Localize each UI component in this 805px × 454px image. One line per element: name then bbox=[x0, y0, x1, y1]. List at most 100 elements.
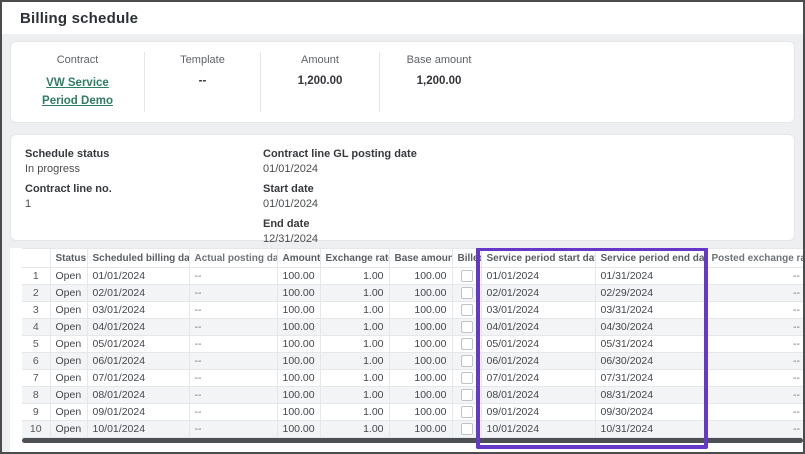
gl-posting-date-label: Contract line GL posting date bbox=[263, 148, 780, 160]
column-header-posted[interactable]: Posted exchange rate bbox=[706, 249, 803, 268]
cell-base: 100.00 bbox=[389, 302, 452, 319]
cell-posted: -- bbox=[706, 336, 803, 353]
cell-billed bbox=[452, 421, 481, 438]
table-row: 8Open08/01/2024--100.001.00100.0008/01/2… bbox=[22, 387, 803, 404]
billed-checkbox[interactable] bbox=[461, 287, 473, 299]
schedule-table-wrap: StatusScheduled billing dateActual posti… bbox=[10, 248, 803, 438]
cell-amount: 100.00 bbox=[277, 421, 320, 438]
cell-amount: 100.00 bbox=[277, 387, 320, 404]
cell-actual: -- bbox=[189, 285, 277, 302]
billing-schedule-table: StatusScheduled billing dateActual posti… bbox=[22, 248, 803, 438]
cell-sp_start: 01/01/2024 bbox=[481, 268, 595, 285]
cell-num: 6 bbox=[22, 353, 50, 370]
cell-posted: -- bbox=[706, 268, 803, 285]
cell-amount: 100.00 bbox=[277, 353, 320, 370]
cell-status: Open bbox=[50, 387, 87, 404]
cell-sp_end: 04/30/2024 bbox=[595, 319, 706, 336]
billed-checkbox[interactable] bbox=[461, 389, 473, 401]
cell-billed bbox=[452, 268, 481, 285]
schedule-status-label: Schedule status bbox=[25, 148, 263, 160]
summary-template: Template -- bbox=[145, 52, 261, 112]
cell-exchange: 1.00 bbox=[320, 336, 389, 353]
cell-actual: -- bbox=[189, 421, 277, 438]
contract-link[interactable]: VW Service Period Demo bbox=[34, 75, 122, 111]
table-row: 1Open01/01/2024--100.001.00100.0001/01/2… bbox=[22, 268, 803, 285]
cell-exchange: 1.00 bbox=[320, 387, 389, 404]
cell-num: 5 bbox=[22, 336, 50, 353]
cell-posted: -- bbox=[706, 302, 803, 319]
cell-amount: 100.00 bbox=[277, 302, 320, 319]
cell-sp_start: 08/01/2024 bbox=[481, 387, 595, 404]
table-row: 2Open02/01/2024--100.001.00100.0002/01/2… bbox=[22, 285, 803, 302]
billed-checkbox[interactable] bbox=[461, 338, 473, 350]
cell-amount: 100.00 bbox=[277, 268, 320, 285]
column-header-sp_end[interactable]: Service period end date bbox=[595, 249, 706, 268]
cell-posted: -- bbox=[706, 370, 803, 387]
summary-amount: Amount 1,200.00 bbox=[261, 52, 380, 112]
cell-base: 100.00 bbox=[389, 404, 452, 421]
details-right-column: Contract line GL posting date 01/01/2024… bbox=[263, 148, 780, 227]
billing-schedule-screen: Billing schedule Contract VW Service Per… bbox=[0, 0, 805, 454]
cell-sp_end: 02/29/2024 bbox=[595, 285, 706, 302]
cell-scheduled: 02/01/2024 bbox=[87, 285, 189, 302]
end-date-value: 12/31/2024 bbox=[263, 233, 780, 245]
cell-scheduled: 05/01/2024 bbox=[87, 336, 189, 353]
cell-actual: -- bbox=[189, 302, 277, 319]
cell-base: 100.00 bbox=[389, 370, 452, 387]
billed-checkbox[interactable] bbox=[461, 372, 473, 384]
cell-scheduled: 01/01/2024 bbox=[87, 268, 189, 285]
column-header-amount[interactable]: Amount bbox=[277, 249, 320, 268]
cell-billed bbox=[452, 404, 481, 421]
cell-scheduled: 04/01/2024 bbox=[87, 319, 189, 336]
horizontal-scrollbar[interactable] bbox=[22, 438, 803, 443]
cell-sp_start: 04/01/2024 bbox=[481, 319, 595, 336]
cell-posted: -- bbox=[706, 353, 803, 370]
cell-status: Open bbox=[50, 268, 87, 285]
cell-exchange: 1.00 bbox=[320, 353, 389, 370]
cell-posted: -- bbox=[706, 404, 803, 421]
billed-checkbox[interactable] bbox=[461, 406, 473, 418]
cell-posted: -- bbox=[706, 387, 803, 404]
gl-posting-date-field: Contract line GL posting date 01/01/2024 bbox=[263, 148, 780, 175]
cell-base: 100.00 bbox=[389, 336, 452, 353]
cell-num: 9 bbox=[22, 404, 50, 421]
column-header-actual[interactable]: Actual posting date bbox=[189, 249, 277, 268]
billed-checkbox[interactable] bbox=[461, 270, 473, 282]
cell-scheduled: 09/01/2024 bbox=[87, 404, 189, 421]
cell-sp_end: 03/31/2024 bbox=[595, 302, 706, 319]
cell-scheduled: 10/01/2024 bbox=[87, 421, 189, 438]
contract-line-no-value: 1 bbox=[25, 198, 263, 210]
column-header-exchange[interactable]: Exchange rate bbox=[320, 249, 389, 268]
cell-actual: -- bbox=[189, 404, 277, 421]
cell-billed bbox=[452, 387, 481, 404]
column-header-sp_start[interactable]: Service period start date bbox=[481, 249, 595, 268]
cell-sp_end: 07/31/2024 bbox=[595, 370, 706, 387]
column-header-scheduled[interactable]: Scheduled billing date bbox=[87, 249, 189, 268]
summary-base-amount: Base amount 1,200.00 bbox=[380, 52, 498, 112]
cell-sp_start: 10/01/2024 bbox=[481, 421, 595, 438]
cell-amount: 100.00 bbox=[277, 285, 320, 302]
end-date-field: End date 12/31/2024 bbox=[263, 218, 780, 245]
cell-status: Open bbox=[50, 336, 87, 353]
cell-amount: 100.00 bbox=[277, 404, 320, 421]
template-value: -- bbox=[145, 75, 260, 87]
table-header-row: StatusScheduled billing dateActual posti… bbox=[22, 249, 803, 268]
billed-checkbox[interactable] bbox=[461, 304, 473, 316]
billed-checkbox[interactable] bbox=[461, 423, 473, 435]
base-amount-value: 1,200.00 bbox=[380, 75, 498, 87]
base-amount-label: Base amount bbox=[380, 54, 498, 66]
column-header-billed[interactable]: Billed bbox=[452, 249, 481, 268]
cell-sp_end: 01/31/2024 bbox=[595, 268, 706, 285]
cell-actual: -- bbox=[189, 336, 277, 353]
column-header-base[interactable]: Base amount bbox=[389, 249, 452, 268]
cell-amount: 100.00 bbox=[277, 370, 320, 387]
billed-checkbox[interactable] bbox=[461, 321, 473, 333]
cell-exchange: 1.00 bbox=[320, 268, 389, 285]
cell-base: 100.00 bbox=[389, 268, 452, 285]
cell-status: Open bbox=[50, 285, 87, 302]
cell-base: 100.00 bbox=[389, 353, 452, 370]
billed-checkbox[interactable] bbox=[461, 355, 473, 367]
cell-exchange: 1.00 bbox=[320, 404, 389, 421]
schedule-status-value: In progress bbox=[25, 163, 263, 175]
column-header-status[interactable]: Status bbox=[50, 249, 87, 268]
